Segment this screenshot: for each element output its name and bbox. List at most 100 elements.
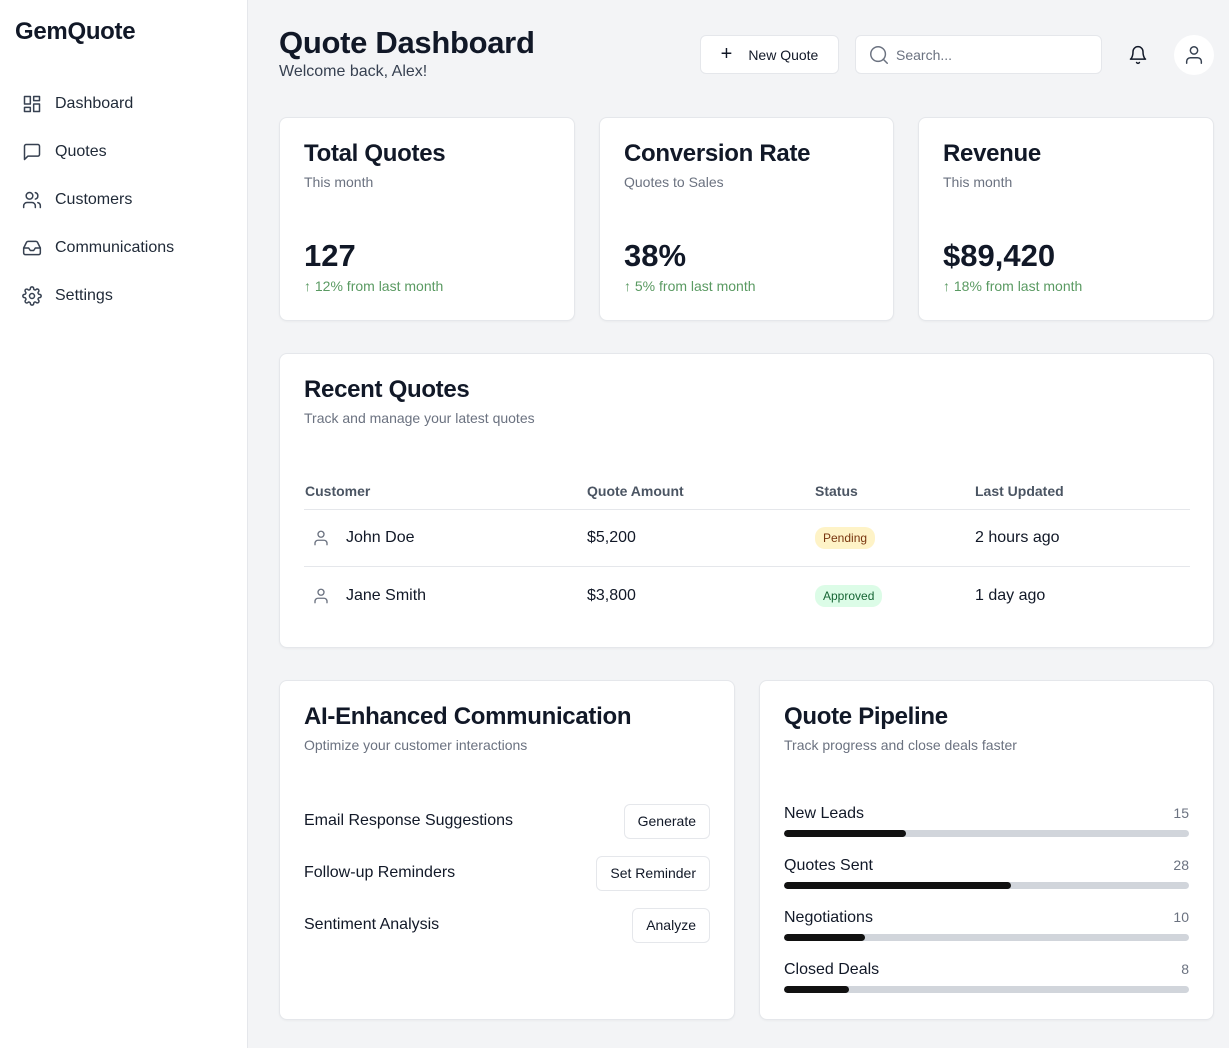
new-quote-button[interactable]: + New Quote	[700, 35, 839, 74]
quote-amount: $3,800	[587, 586, 636, 604]
progress-bar	[784, 830, 1189, 837]
column-header-customer[interactable]: Customer	[304, 483, 587, 499]
stage-count: 28	[1173, 857, 1189, 873]
recent-quotes-title: Recent Quotes	[304, 376, 470, 403]
column-header-updated[interactable]: Last Updated	[975, 483, 1190, 499]
sidebar-item-communications[interactable]: Communications	[22, 224, 232, 272]
stage-label: Closed Deals	[784, 961, 880, 978]
arrow-up-icon: ↑	[943, 278, 950, 294]
pipeline-stage: Closed Deals 8	[784, 961, 1189, 993]
stage-label: Quotes Sent	[784, 857, 873, 874]
stat-change: ↑ 12% from last month	[304, 278, 443, 294]
main-content: Quote Dashboard Welcome back, Alex! + Ne…	[248, 0, 1229, 1048]
stage-label: New Leads	[784, 805, 865, 822]
user-icon	[314, 588, 328, 603]
column-header-status[interactable]: Status	[815, 483, 975, 499]
stat-value: 38%	[624, 238, 687, 273]
stat-title: Conversion Rate	[624, 140, 811, 167]
stage-count: 15	[1173, 805, 1189, 821]
progress-fill	[784, 934, 865, 941]
sidebar-item-customers[interactable]: Customers	[22, 176, 232, 224]
status-badge: Pending	[815, 527, 876, 549]
ai-card-title: AI-Enhanced Communication	[304, 703, 632, 730]
stat-subtitle: This month	[943, 174, 1013, 190]
sidebar-item-settings[interactable]: Settings	[22, 272, 232, 320]
sidebar-item-dashboard[interactable]: Dashboard	[22, 80, 232, 128]
message-square-icon	[23, 143, 41, 161]
stat-change-text: 18% from last month	[953, 278, 1083, 294]
stat-change: ↑ 5% from last month	[624, 278, 756, 294]
status-cell: Approved	[815, 584, 975, 607]
arrow-up-icon: ↑	[304, 278, 311, 294]
sidebar-item-label: Communications	[55, 239, 175, 256]
last-updated: 1 day ago	[975, 586, 1046, 604]
analyze-button[interactable]: Analyze	[632, 907, 710, 943]
sidebar: GemQuote Dashboard Quotes Customers Comm…	[0, 0, 248, 1048]
customer-name: John Doe	[346, 529, 415, 546]
column-header-amount[interactable]: Quote Amount	[587, 483, 815, 499]
status-cell: Pending	[815, 527, 975, 549]
new-quote-label: New Quote	[748, 46, 819, 63]
welcome-text: Welcome back, Alex!	[279, 63, 428, 80]
progress-fill	[784, 830, 906, 837]
progress-fill	[784, 882, 1011, 889]
sidebar-item-label: Customers	[55, 191, 133, 208]
quote-pipeline-card: Quote Pipeline Track progress and close …	[759, 680, 1214, 1020]
table-row[interactable]: Jane Smith $3,800 Approved 1 day ago	[304, 567, 1190, 624]
grid-icon	[23, 95, 41, 113]
ai-feature-row: Email Response Suggestions Generate	[304, 803, 710, 839]
pipeline-stage: New Leads 15	[784, 805, 1189, 837]
customer-name: Jane Smith	[346, 586, 427, 604]
user-icon	[1185, 46, 1203, 64]
search-icon	[870, 45, 888, 64]
customer-cell: John Doe	[304, 529, 587, 547]
progress-bar	[784, 934, 1189, 941]
set-reminder-button[interactable]: Set Reminder	[596, 855, 710, 891]
plus-icon: +	[720, 42, 733, 65]
quotes-table: Customer Quote Amount Status Last Update…	[304, 472, 1190, 624]
stat-value: 127	[304, 238, 356, 273]
ai-card-subtitle: Optimize your customer interactions	[304, 737, 528, 753]
pipeline-title: Quote Pipeline	[784, 703, 948, 730]
stat-card-total-quotes: Total Quotes This month 127 ↑ 12% from l…	[279, 117, 575, 321]
pipeline-stage: Negotiations 10	[784, 909, 1189, 941]
inbox-icon	[22, 240, 42, 256]
progress-bar	[784, 986, 1189, 993]
ai-feature-label: Email Response Suggestions	[304, 812, 514, 829]
sidebar-item-label: Settings	[55, 287, 113, 304]
recent-quotes-subtitle: Track and manage your latest quotes	[304, 410, 535, 426]
search-input[interactable]	[896, 46, 1086, 63]
table-header: Customer Quote Amount Status Last Update…	[304, 472, 1190, 510]
ai-feature-row: Sentiment Analysis Analyze	[304, 907, 710, 943]
generate-button[interactable]: Generate	[623, 803, 710, 839]
stat-value: $89,420	[943, 238, 1056, 273]
ai-feature-label: Sentiment Analysis	[304, 916, 440, 933]
stat-title: Total Quotes	[304, 140, 446, 167]
bell-icon[interactable]	[1128, 45, 1148, 65]
stat-subtitle: This month	[304, 174, 374, 190]
users-icon	[22, 191, 42, 209]
stage-count: 10	[1173, 909, 1189, 925]
sidebar-item-label: Dashboard	[55, 95, 134, 112]
progress-bar	[784, 882, 1189, 889]
pipeline-stage: Quotes Sent 28	[784, 857, 1189, 889]
ai-feature-label: Follow-up Reminders	[304, 864, 456, 881]
brand-logo[interactable]: GemQuote	[15, 18, 136, 46]
stage-label: Negotiations	[784, 909, 873, 926]
arrow-up-icon: ↑	[624, 278, 631, 294]
customer-cell: Jane Smith	[304, 587, 587, 605]
ai-feature-row: Follow-up Reminders Set Reminder	[304, 855, 710, 891]
search-box[interactable]	[855, 35, 1102, 74]
gear-icon	[22, 286, 42, 306]
sidebar-item-quotes[interactable]: Quotes	[22, 128, 232, 176]
sidebar-item-label: Quotes	[55, 143, 107, 160]
stat-card-conversion-rate: Conversion Rate Quotes to Sales 38% ↑ 5%…	[599, 117, 894, 321]
avatar[interactable]	[1174, 35, 1214, 75]
stat-title: Revenue	[943, 140, 1041, 167]
last-updated: 2 hours ago	[975, 529, 1060, 546]
page-title: Quote Dashboard	[279, 25, 535, 60]
progress-fill	[784, 986, 849, 993]
table-row[interactable]: John Doe $5,200 Pending 2 hours ago	[304, 510, 1190, 567]
status-badge: Approved	[815, 584, 883, 607]
quote-amount: $5,200	[587, 529, 636, 546]
